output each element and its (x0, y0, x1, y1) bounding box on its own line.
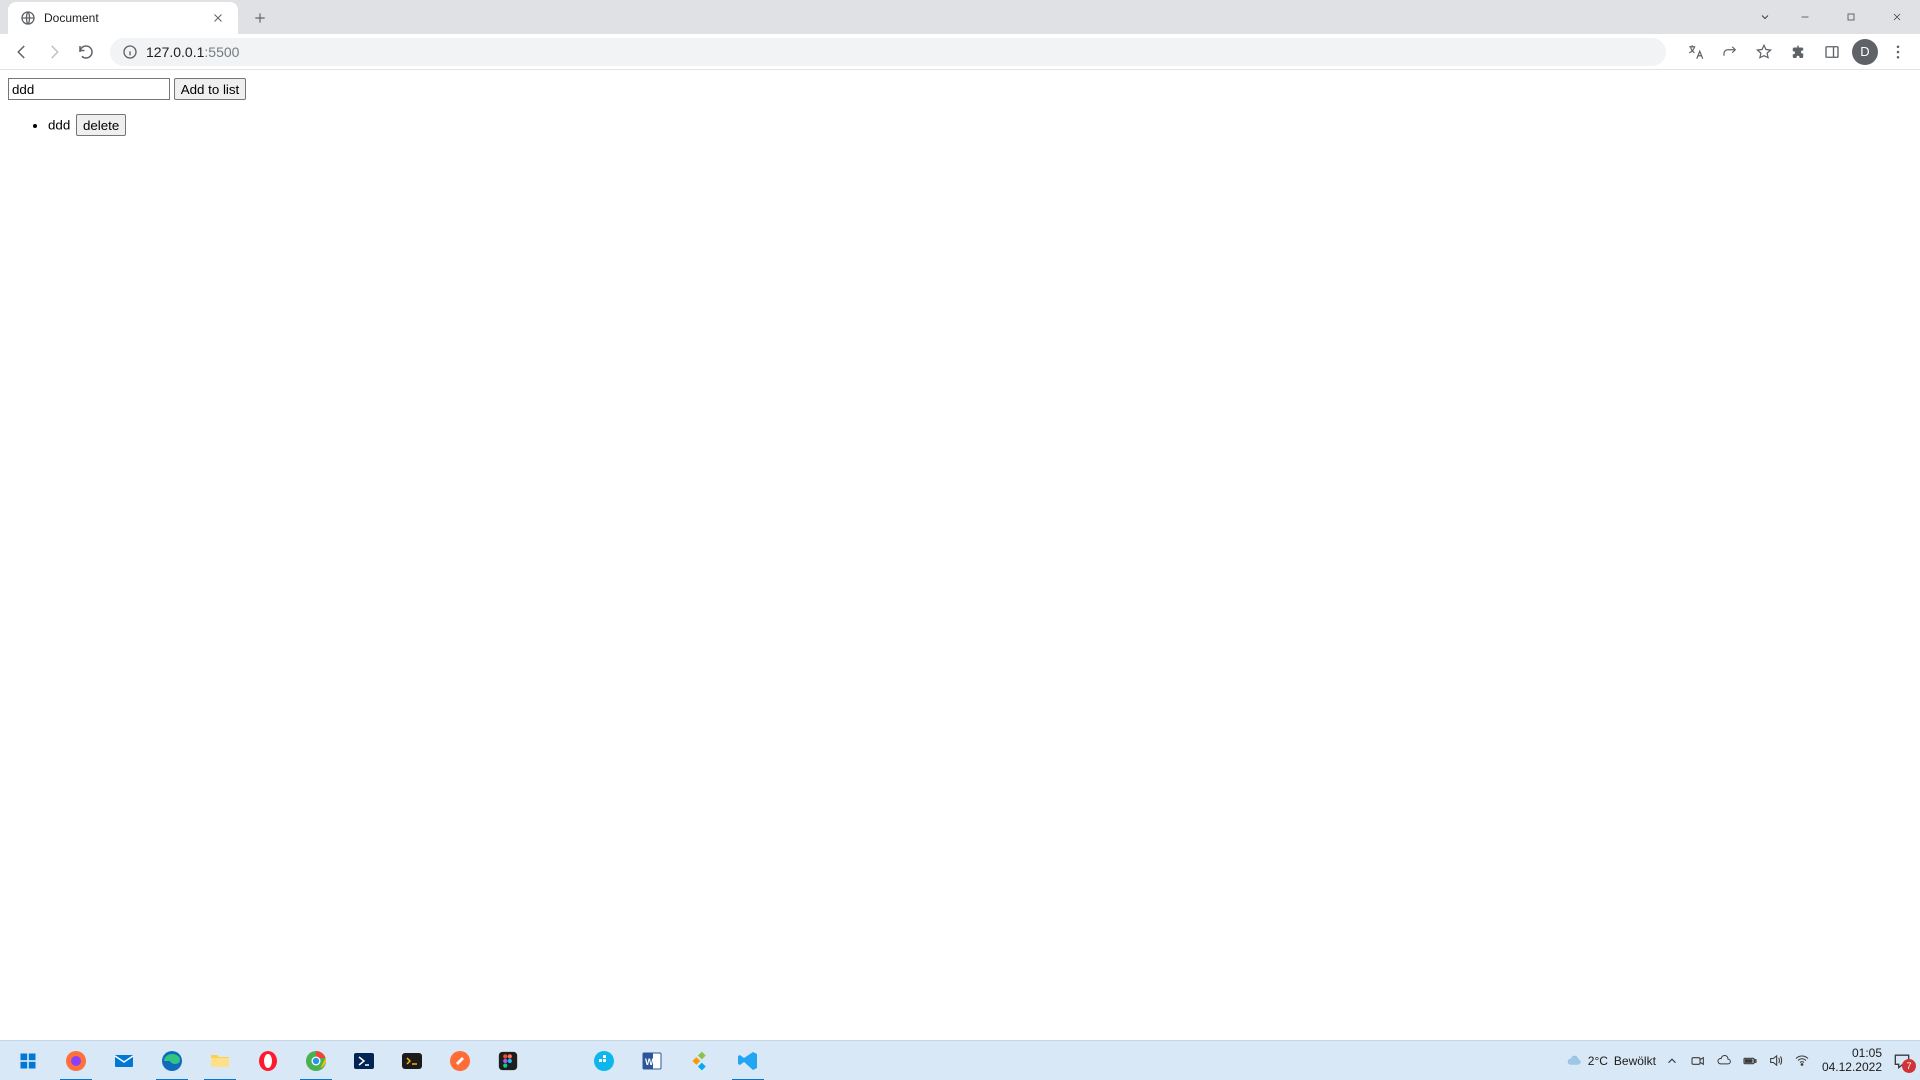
item-list: ddd delete (8, 114, 1912, 136)
url-host: 127.0.0.1 (146, 44, 204, 60)
taskbar-app-powershell[interactable] (340, 1041, 388, 1080)
taskbar-app-postman[interactable] (436, 1041, 484, 1080)
vscode-icon (735, 1048, 761, 1074)
forward-button[interactable] (40, 38, 68, 66)
action-center-button[interactable]: 7 (1888, 1047, 1916, 1075)
tray-volume-icon[interactable] (1768, 1053, 1784, 1069)
folder-icon (207, 1048, 233, 1074)
window-maximize-button[interactable] (1828, 0, 1874, 34)
taskbar-app-terminal[interactable] (388, 1041, 436, 1080)
share-icon[interactable] (1716, 38, 1744, 66)
delete-button[interactable]: delete (76, 114, 126, 136)
add-to-list-button[interactable]: Add to list (174, 78, 247, 100)
taskbar-app-vscode[interactable] (724, 1041, 772, 1080)
weather-desc: Bewölkt (1614, 1054, 1656, 1068)
chrome-icon (303, 1048, 329, 1074)
tray-chevron-up-icon[interactable] (1664, 1053, 1680, 1069)
taskbar-apps: W (4, 1041, 772, 1080)
list-item: ddd delete (48, 114, 1912, 136)
window-minimize-button[interactable] (1782, 0, 1828, 34)
postman-icon (447, 1048, 473, 1074)
taskbar-app-docker[interactable] (580, 1041, 628, 1080)
new-tab-button[interactable] (246, 4, 274, 32)
back-button[interactable] (8, 38, 36, 66)
browser-tab-strip: Document (0, 0, 1920, 34)
taskbar-app-opera[interactable] (244, 1041, 292, 1080)
taskbar-time: 01:05 (1822, 1047, 1882, 1061)
tray-battery-icon[interactable] (1742, 1053, 1758, 1069)
powershell-icon (351, 1048, 377, 1074)
list-item-text: ddd (48, 118, 70, 133)
url-port: :5500 (204, 44, 239, 60)
windows-taskbar: W (0, 1040, 1920, 1080)
taskbar-clock[interactable]: 01:05 04.12.2022 (1822, 1047, 1882, 1075)
toolbar-right-icons: D (1682, 38, 1912, 66)
page-body: Add to list ddd delete (0, 70, 1920, 146)
docker-icon (591, 1048, 617, 1074)
system-tray (1664, 1053, 1816, 1069)
bookmark-icon[interactable] (1750, 38, 1778, 66)
address-bar[interactable]: 127.0.0.1:5500 (110, 38, 1666, 66)
translate-icon[interactable] (1682, 38, 1710, 66)
taskbar-app-word[interactable]: W (628, 1041, 676, 1080)
window-controls (1748, 0, 1920, 34)
diamond-app-icon (687, 1048, 713, 1074)
taskbar-app-explorer[interactable] (196, 1041, 244, 1080)
start-button[interactable] (4, 1041, 52, 1080)
firefox-icon (63, 1048, 89, 1074)
mail-icon (111, 1048, 137, 1074)
close-tab-button[interactable] (210, 10, 226, 26)
avatar-letter: D (1860, 44, 1869, 59)
tray-onedrive-icon[interactable] (1716, 1053, 1732, 1069)
windows-icon (15, 1048, 41, 1074)
item-input[interactable] (8, 78, 170, 100)
taskbar-weather[interactable]: 2°C Bewölkt (1566, 1053, 1656, 1069)
edge-icon (159, 1048, 185, 1074)
taskbar-app-mail[interactable] (100, 1041, 148, 1080)
taskbar-app-firefox[interactable] (52, 1041, 100, 1080)
taskbar-app-edge[interactable] (148, 1041, 196, 1080)
sidepanel-icon[interactable] (1818, 38, 1846, 66)
browser-toolbar: 127.0.0.1:5500 (0, 34, 1920, 70)
weather-temp: 2°C (1588, 1054, 1608, 1068)
word-icon: W (639, 1048, 665, 1074)
profile-avatar[interactable]: D (1852, 39, 1878, 65)
tab-title: Document (44, 11, 202, 25)
svg-text:W: W (645, 1057, 654, 1067)
extensions-icon[interactable] (1784, 38, 1812, 66)
browser-tab-active[interactable]: Document (8, 2, 238, 34)
figma-icon (495, 1048, 521, 1074)
globe-icon (20, 10, 36, 26)
taskbar-date: 04.12.2022 (1822, 1061, 1882, 1075)
taskbar-app-figma[interactable] (484, 1041, 532, 1080)
weather-cloud-icon (1566, 1053, 1582, 1069)
taskbar-app-generic1[interactable] (676, 1041, 724, 1080)
notification-badge: 7 (1902, 1059, 1916, 1073)
tray-meet-now-icon[interactable] (1690, 1053, 1706, 1069)
tab-search-button[interactable] (1748, 0, 1782, 34)
tray-wifi-icon[interactable] (1794, 1053, 1810, 1069)
site-info-icon[interactable] (122, 44, 138, 60)
opera-icon (255, 1048, 281, 1074)
terminal-icon (399, 1048, 425, 1074)
reload-button[interactable] (72, 38, 100, 66)
kebab-menu-icon[interactable] (1884, 38, 1912, 66)
window-close-button[interactable] (1874, 0, 1920, 34)
taskbar-app-chrome[interactable] (292, 1041, 340, 1080)
